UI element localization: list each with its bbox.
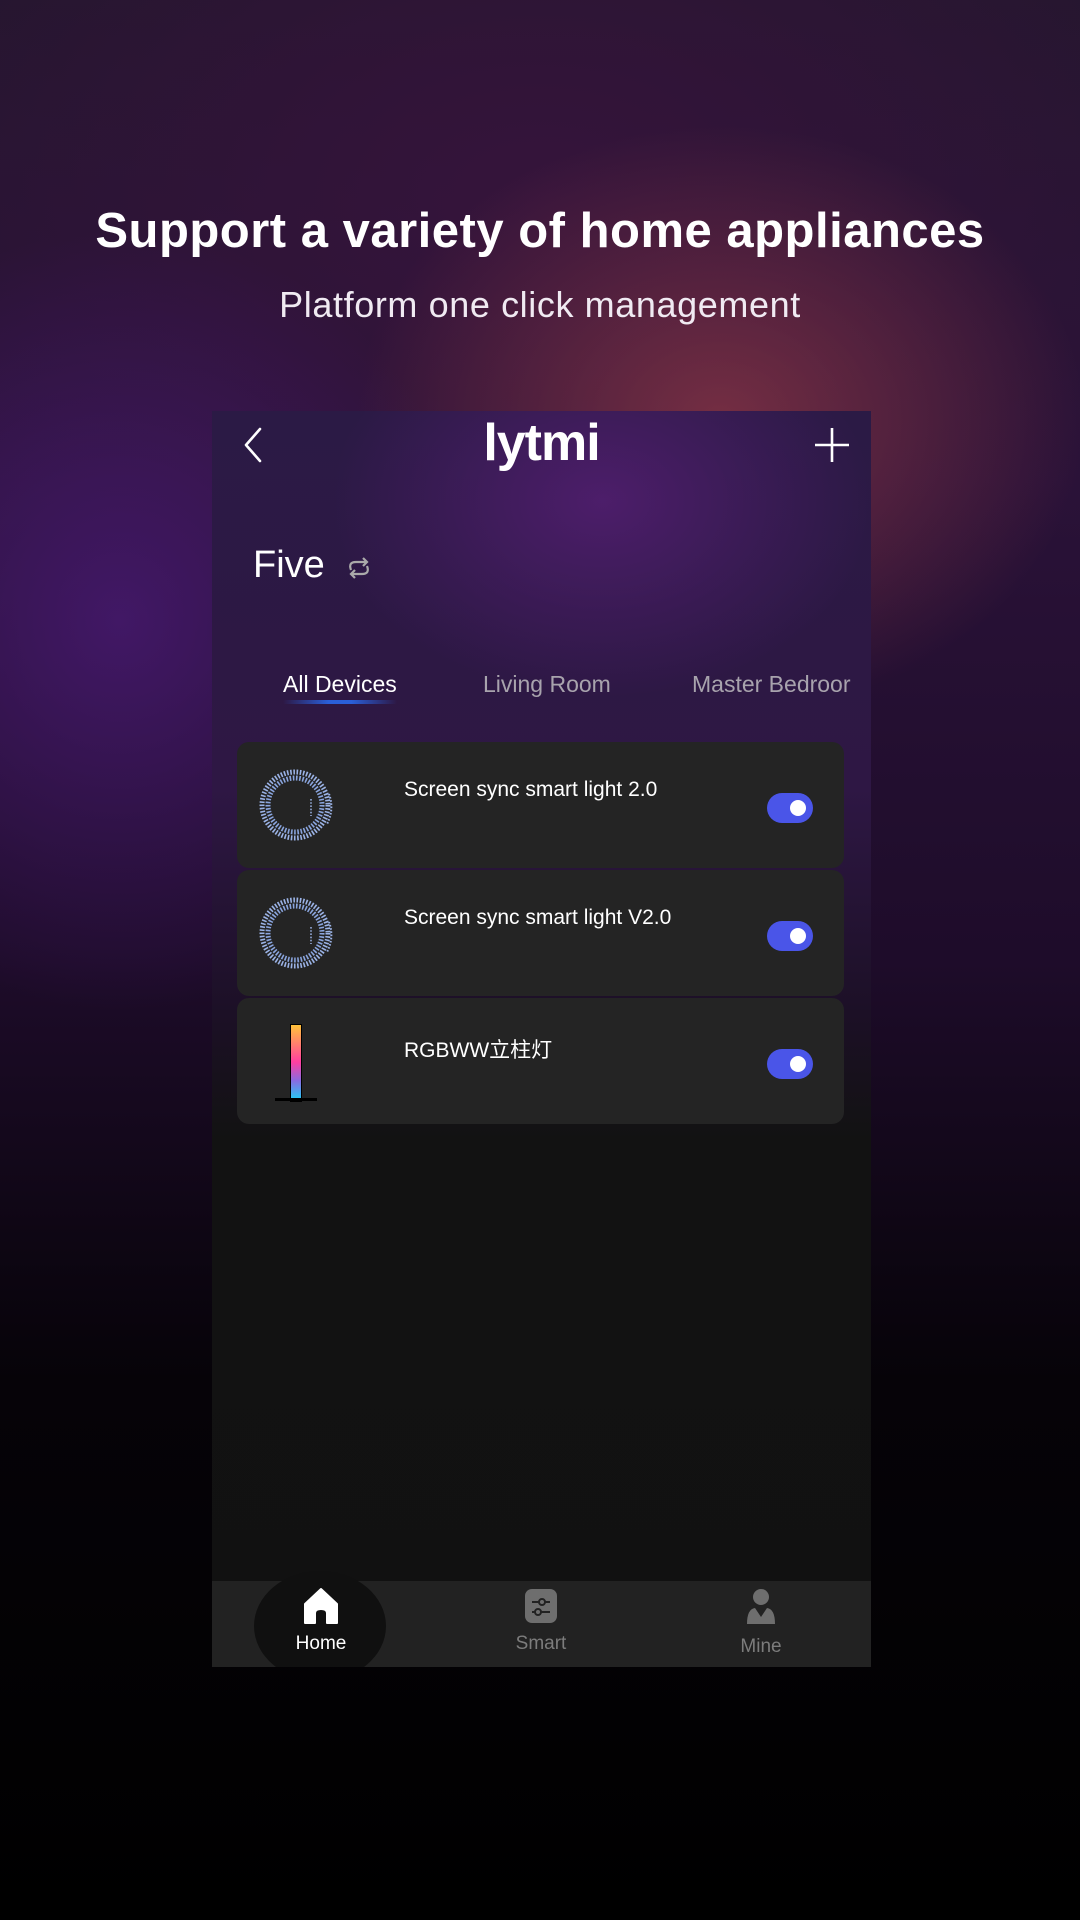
home-icon — [304, 1588, 338, 1624]
light-bar-icon — [275, 1024, 317, 1102]
tab-living-room[interactable]: Living Room — [483, 671, 611, 698]
add-device-button[interactable] — [812, 425, 852, 465]
toggle-knob — [790, 928, 806, 944]
switch-home-button[interactable] — [344, 553, 374, 583]
device-power-toggle[interactable] — [767, 1049, 813, 1079]
nav-smart[interactable]: Smart — [471, 1581, 611, 1667]
tab-label: Living Room — [483, 671, 611, 697]
toggle-knob — [790, 1056, 806, 1072]
nav-home[interactable]: Home — [251, 1581, 391, 1667]
device-card[interactable]: RGBWW立柱灯 — [237, 998, 844, 1124]
nav-label: Smart — [515, 1633, 567, 1654]
device-power-toggle[interactable] — [767, 793, 813, 823]
hero-title: Support a variety of home appliances — [95, 204, 985, 258]
device-power-toggle[interactable] — [767, 921, 813, 951]
plus-icon — [815, 428, 849, 462]
tab-label: Master Bedroor — [692, 671, 851, 697]
nav-mine[interactable]: Mine — [691, 1581, 831, 1667]
hero-subtitle: Platform one click management — [279, 284, 801, 325]
nav-label: Home — [295, 1633, 347, 1654]
active-tab-indicator — [283, 700, 397, 704]
toggle-knob — [790, 800, 806, 816]
tab-label: All Devices — [283, 671, 397, 697]
tab-all-devices[interactable]: All Devices — [283, 671, 397, 704]
device-name: Screen sync smart light V2.0 — [404, 906, 672, 929]
device-card[interactable]: Screen sync smart light 2.0 — [237, 742, 844, 868]
swap-arrows-icon — [349, 557, 369, 579]
sliders-icon — [525, 1589, 557, 1623]
phone-screen: lytmi Five All Devices Living Room Maste… — [212, 411, 871, 1667]
led-strip-coil-icon — [259, 897, 333, 969]
device-name: RGBWW立柱灯 — [404, 1039, 553, 1062]
room-tabs: All Devices Living Room Master Bedroor — [212, 671, 871, 721]
user-icon — [747, 1589, 775, 1624]
bottom-nav: Home Smart Mine — [212, 1571, 871, 1667]
home-name: Five — [253, 544, 325, 586]
device-card[interactable]: Screen sync smart light V2.0 — [237, 870, 844, 996]
led-strip-coil-icon — [259, 769, 333, 841]
top-bar: lytmi — [212, 411, 871, 481]
app-logo: lytmi — [483, 414, 600, 472]
tab-master-bedroom[interactable]: Master Bedroor — [692, 671, 851, 698]
nav-label: Mine — [740, 1636, 782, 1657]
device-name: Screen sync smart light 2.0 — [404, 778, 658, 801]
